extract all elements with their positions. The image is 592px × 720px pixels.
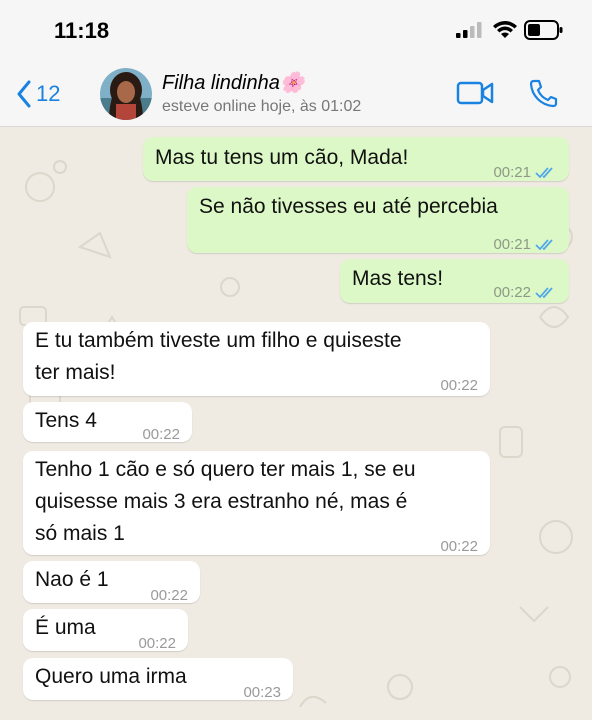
message-text: Nao é 1 <box>35 568 109 591</box>
message-text-line: ter mais! <box>35 361 116 384</box>
message-text-line: quisesse mais 3 era estranho né, mas é <box>35 490 408 513</box>
message-bubble-incoming[interactable]: Tenho 1 cão e só quero ter mais 1, se eu… <box>23 451 490 555</box>
message-text: Mas tu tens um cão, Mada! <box>155 146 409 169</box>
message-bubble-incoming[interactable]: Tens 4 00:22 <box>23 402 192 443</box>
message-text: Quero uma irma <box>35 665 187 688</box>
message-text: É uma <box>35 616 96 639</box>
message-meta: 00:22 <box>440 531 478 563</box>
message-time: 00:23 <box>243 684 281 701</box>
message-text-line: Tenho 1 cão e só quero ter mais 1, se eu <box>35 458 416 481</box>
chat-area[interactable]: Mas tu tens um cão, Mada! 00:21 Se não t… <box>0 127 592 720</box>
message-meta: 00:22 <box>138 628 176 660</box>
wifi-icon <box>493 21 517 38</box>
message-meta: 00:23 <box>243 677 281 709</box>
message-meta: 00:21 <box>493 157 557 189</box>
contact-last-seen: esteve online hoje, às 01:02 <box>162 98 362 115</box>
message-bubble-incoming[interactable]: Quero uma irma 00:23 <box>23 658 293 701</box>
message-text-line: E tu também tiveste um filho e quiseste <box>35 329 402 352</box>
avatar[interactable] <box>100 68 152 120</box>
avatar-image <box>100 68 152 120</box>
status-bar: 11:18 <box>0 0 592 60</box>
message-time: 00:21 <box>493 236 531 253</box>
message-text: Se não tivesses eu até percebia <box>199 195 498 218</box>
message-text: Tens 4 <box>35 409 97 432</box>
cellular-signal-icon <box>456 22 482 38</box>
message-time: 00:22 <box>440 538 478 555</box>
message-time: 00:22 <box>493 284 531 301</box>
message-meta: 00:21 <box>493 229 557 261</box>
read-receipt-icon <box>535 167 553 179</box>
message-bubble-incoming[interactable]: E tu também tiveste um filho e quiseste … <box>23 322 490 396</box>
video-call-icon[interactable] <box>456 80 494 106</box>
message-bubble-incoming[interactable]: É uma 00:22 <box>23 609 188 652</box>
phone-call-icon[interactable] <box>528 78 558 108</box>
message-bubble-outgoing[interactable]: Mas tu tens um cão, Mada! 00:21 <box>143 137 569 181</box>
message-text-line: só mais 1 <box>35 522 125 545</box>
message-meta: 00:22 <box>440 370 478 402</box>
message-bubble-outgoing[interactable]: Se não tivesses eu até percebia 00:21 <box>187 187 569 253</box>
message-time: 00:21 <box>493 164 531 181</box>
battery-icon <box>524 20 563 40</box>
back-button[interactable]: 12 <box>16 80 60 108</box>
message-time: 00:22 <box>440 377 478 394</box>
message-time: 00:22 <box>150 587 188 604</box>
read-receipt-icon <box>535 287 553 299</box>
message-meta: 00:22 <box>493 277 557 309</box>
message-text: Mas tens! <box>352 267 444 290</box>
message-time: 00:22 <box>138 635 176 652</box>
message-bubble-outgoing[interactable]: Mas tens! 00:22 <box>340 259 569 303</box>
read-receipt-icon <box>535 239 553 251</box>
message-meta: 00:22 <box>150 580 188 612</box>
contact-name[interactable]: Filha lindinha🌸 <box>162 70 305 95</box>
message-meta: 00:22 <box>142 419 180 451</box>
unread-count: 12 <box>36 81 61 106</box>
chat-header: 12 Filha lindinha🌸 esteve online hoje, à… <box>0 60 592 127</box>
status-time: 11:18 <box>54 18 110 43</box>
chevron-left-icon <box>17 80 31 108</box>
message-time: 00:22 <box>142 426 180 443</box>
message-bubble-incoming[interactable]: Nao é 1 00:22 <box>23 561 200 604</box>
